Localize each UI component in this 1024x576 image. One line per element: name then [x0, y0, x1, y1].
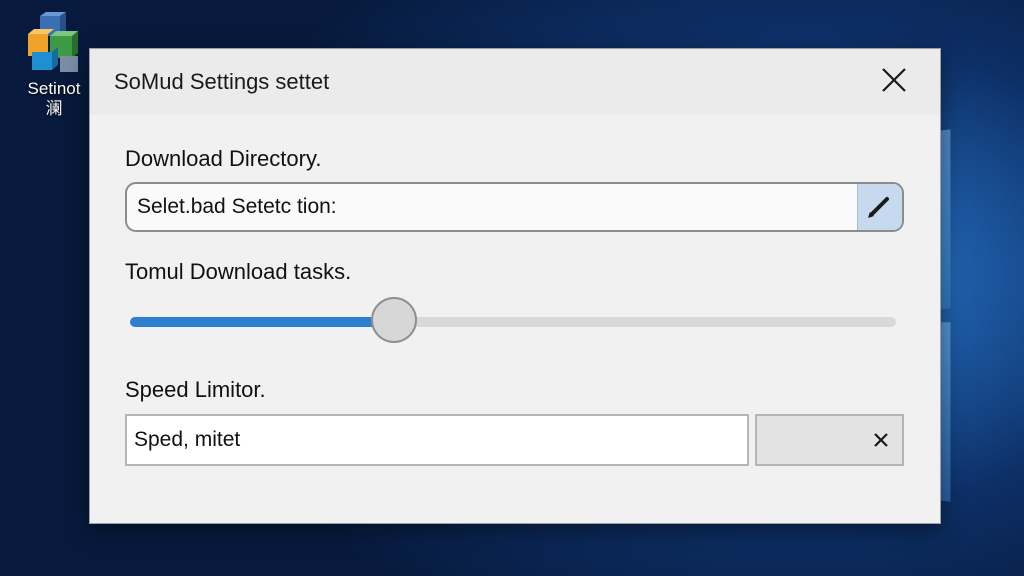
desktop: Setinot 澜 SoMud Settings settet Download… [0, 0, 1024, 576]
close-icon [882, 68, 906, 92]
edit-directory-button[interactable] [857, 184, 902, 230]
desktop-shortcut[interactable]: Setinot 澜 [14, 12, 94, 119]
speed-limitor-label: Speed Limitor. [125, 377, 266, 402]
clear-speed-button[interactable] [755, 414, 904, 466]
settings-dialog: SoMud Settings settet Download Directory… [89, 48, 941, 524]
slider-thumb[interactable] [371, 297, 417, 343]
shortcut-label-second-line: 澜 [45, 99, 63, 118]
title-bar[interactable]: SoMud Settings settet [90, 49, 940, 115]
download-tasks-label: Tomul Download tasks. [125, 259, 352, 284]
speed-limit-field[interactable]: Sped, mitet [125, 414, 749, 466]
app-blocks-icon [28, 12, 78, 72]
close-button[interactable] [874, 63, 914, 99]
download-directory-label: Download Directory. [125, 146, 322, 171]
download-tasks-slider[interactable] [130, 297, 896, 347]
speed-limit-value[interactable]: Sped, mitet [134, 428, 240, 452]
slider-fill [130, 317, 394, 327]
pencil-icon [868, 197, 889, 218]
download-directory-field[interactable]: Selet.bad Setetc tion: [125, 182, 904, 232]
download-directory-value[interactable]: Selet.bad Setetc tion: [137, 195, 337, 219]
dialog-title: SoMud Settings settet [114, 69, 330, 94]
shortcut-label: Setinot [27, 79, 81, 98]
clear-x-icon [874, 433, 888, 447]
